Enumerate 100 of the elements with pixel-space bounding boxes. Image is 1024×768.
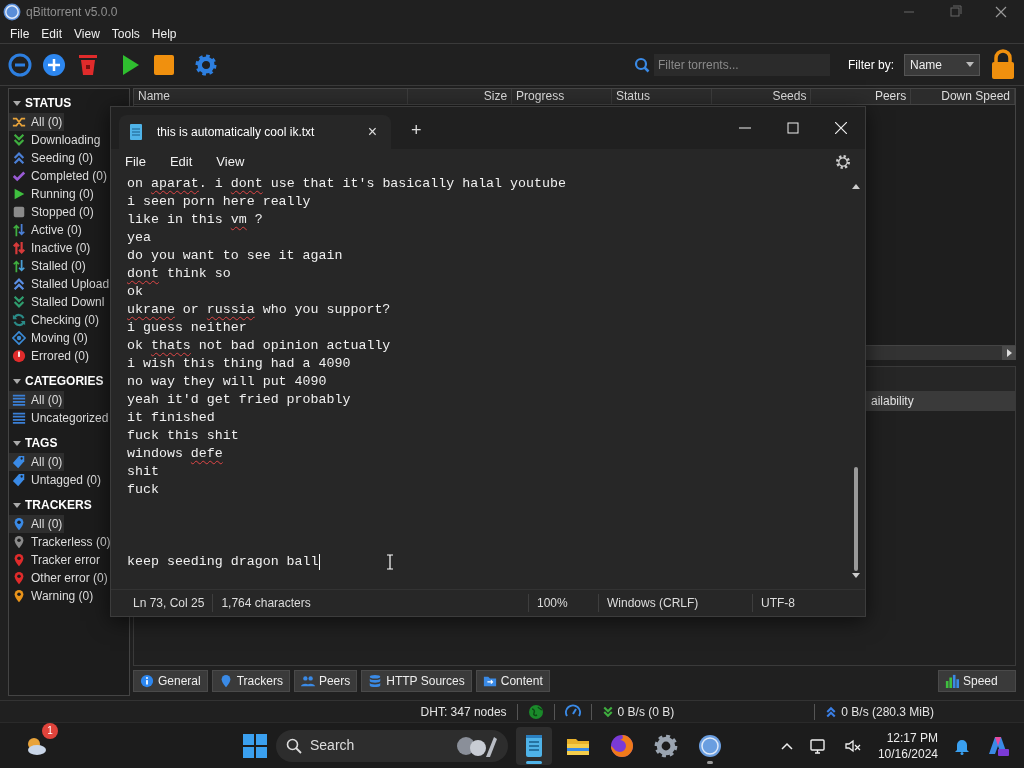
speed-button[interactable]: Speed <box>938 670 1016 692</box>
settings-icon[interactable] <box>835 154 851 170</box>
sidebar-item[interactable]: Warning (0) <box>9 587 96 605</box>
column-header[interactable]: Progress <box>512 89 612 104</box>
menu-item[interactable]: File <box>10 24 30 43</box>
menu-item[interactable]: Tools <box>111 24 140 43</box>
sidebar-item[interactable]: Tracker error <box>9 551 102 569</box>
add-icon[interactable] <box>42 52 66 77</box>
sidebar-item[interactable]: Active (0) <box>9 221 84 239</box>
status-text: 1,764 characters <box>212 594 319 612</box>
sidebar-item[interactable]: Uncategorized <box>9 409 111 427</box>
tab[interactable]: Content <box>475 670 550 692</box>
qbittorrent-icon <box>697 732 723 759</box>
tab[interactable]: HTTP Sources <box>361 670 472 692</box>
stop-icon[interactable] <box>152 52 176 77</box>
collapse-arrow-icon[interactable] <box>13 501 21 509</box>
sidebar-item[interactable]: Completed (0) <box>9 167 110 185</box>
app-logo-icon <box>3 3 21 21</box>
delete-icon[interactable] <box>76 52 100 77</box>
sidebar-item[interactable]: Errored (0) <box>9 347 91 365</box>
people-icon <box>300 674 315 688</box>
settings-icon <box>653 732 679 759</box>
notification-badge: 1 <box>42 722 58 739</box>
menu-item[interactable]: Edit <box>41 24 63 43</box>
column-header[interactable]: ailability <box>871 391 914 411</box>
section-title: STATUS <box>25 95 72 112</box>
sidebar-item[interactable]: All (0) <box>9 515 65 533</box>
status-text: Ln 73, Col 25 <box>132 595 206 612</box>
sidebar-item[interactable]: All (0) <box>9 113 65 131</box>
section-title: CATEGORIES <box>25 373 104 390</box>
pin-icon <box>12 553 26 567</box>
filter-dropdown[interactable]: Name <box>904 53 980 76</box>
sidebar-item[interactable]: Inactive (0) <box>9 239 93 257</box>
browser-icon <box>609 732 635 759</box>
search-field[interactable]: Filter torrents... <box>654 53 830 76</box>
taskbar-app[interactable] <box>516 726 552 765</box>
collapse-arrow-icon[interactable] <box>13 99 21 107</box>
collapse-arrow-icon[interactable] <box>13 439 21 447</box>
sidebar-item[interactable]: All (0) <box>9 391 65 409</box>
menu-item[interactable]: Edit <box>169 152 193 172</box>
column-header[interactable]: Size <box>408 89 513 104</box>
database-icon <box>368 674 383 688</box>
sidebar-item[interactable]: Checking (0) <box>9 311 102 329</box>
sidebar-item[interactable]: Stopped (0) <box>9 203 96 221</box>
search-bar[interactable]: Search <box>276 729 508 762</box>
new-tab-button[interactable]: + <box>405 116 428 145</box>
tab[interactable]: General <box>133 670 208 692</box>
tab[interactable]: Peers <box>293 670 358 692</box>
lock-icon[interactable] <box>990 48 1016 81</box>
error-icon <box>12 349 26 363</box>
column-header[interactable]: Down Speed <box>911 89 1015 104</box>
text-line: yeah it'd get fried probably <box>127 391 351 409</box>
sidebar-item[interactable]: Stalled (0) <box>9 257 88 275</box>
folder-icon <box>482 674 497 688</box>
text-line: do you want to see it again <box>127 247 343 265</box>
sidebar-item[interactable]: Trackerless (0) <box>9 533 113 551</box>
column-header[interactable]: Status <box>611 89 712 104</box>
check-icon <box>12 169 26 183</box>
play-icon <box>12 187 26 201</box>
collapse-arrow-icon[interactable] <box>13 377 21 385</box>
text-line: dont think so <box>127 265 231 283</box>
text-line: ukrane or russia who you support? <box>127 301 391 319</box>
close-tab-button[interactable]: × <box>363 120 381 144</box>
sidebar-item[interactable]: Running (0) <box>9 185 96 203</box>
file-tab[interactable]: this is automatically cool ik.txt × <box>119 115 391 149</box>
clock-time[interactable]: 12:17 PM <box>886 729 938 746</box>
status-text: UTF-8 <box>752 594 803 612</box>
sidebar-item[interactable]: Stalled Upload <box>9 275 112 293</box>
close-icon[interactable] <box>835 122 847 134</box>
up-down-arrows-icon <box>12 223 26 237</box>
chevrons-down-icon <box>12 133 26 147</box>
chevrons-up-icon <box>825 704 838 719</box>
menu-item[interactable]: Help <box>151 24 177 43</box>
column-header[interactable]: Peers <box>811 89 912 104</box>
globe-icon[interactable] <box>527 703 544 720</box>
tab[interactable]: Trackers <box>211 670 290 692</box>
text-caret <box>318 554 320 570</box>
scroll-right-icon[interactable] <box>1002 346 1016 360</box>
settings-icon[interactable] <box>194 52 218 77</box>
sidebar-item[interactable]: Untagged (0) <box>9 471 104 489</box>
clock-date[interactable]: 10/16/2024 <box>877 745 938 762</box>
refresh-icon <box>12 313 26 327</box>
network-icon[interactable] <box>809 736 828 755</box>
maximize-icon[interactable] <box>787 122 799 134</box>
windows-logo-icon[interactable] <box>242 732 268 759</box>
menu-item[interactable]: View <box>216 152 245 172</box>
column-header[interactable]: Seeds <box>711 89 812 104</box>
text-line: fuck this shit <box>127 427 239 445</box>
menu-item[interactable]: File <box>125 152 146 172</box>
sidebar-item[interactable]: Moving (0) <box>9 329 90 347</box>
dht-status: DHT: 347 nodes <box>420 703 507 721</box>
sidebar-item[interactable]: Downloading <box>9 131 103 149</box>
sidebar-item[interactable]: All (0) <box>9 453 65 471</box>
text-line: ok <box>127 283 143 301</box>
sidebar-item[interactable]: Stalled Downl <box>9 293 107 311</box>
sidebar-item[interactable]: Seeding (0) <box>9 149 96 167</box>
column-header[interactable]: Name <box>134 89 409 104</box>
menu-item[interactable]: View <box>74 24 100 43</box>
text-line: yea <box>127 229 151 247</box>
sidebar-item[interactable]: Other error (0) <box>9 569 110 587</box>
